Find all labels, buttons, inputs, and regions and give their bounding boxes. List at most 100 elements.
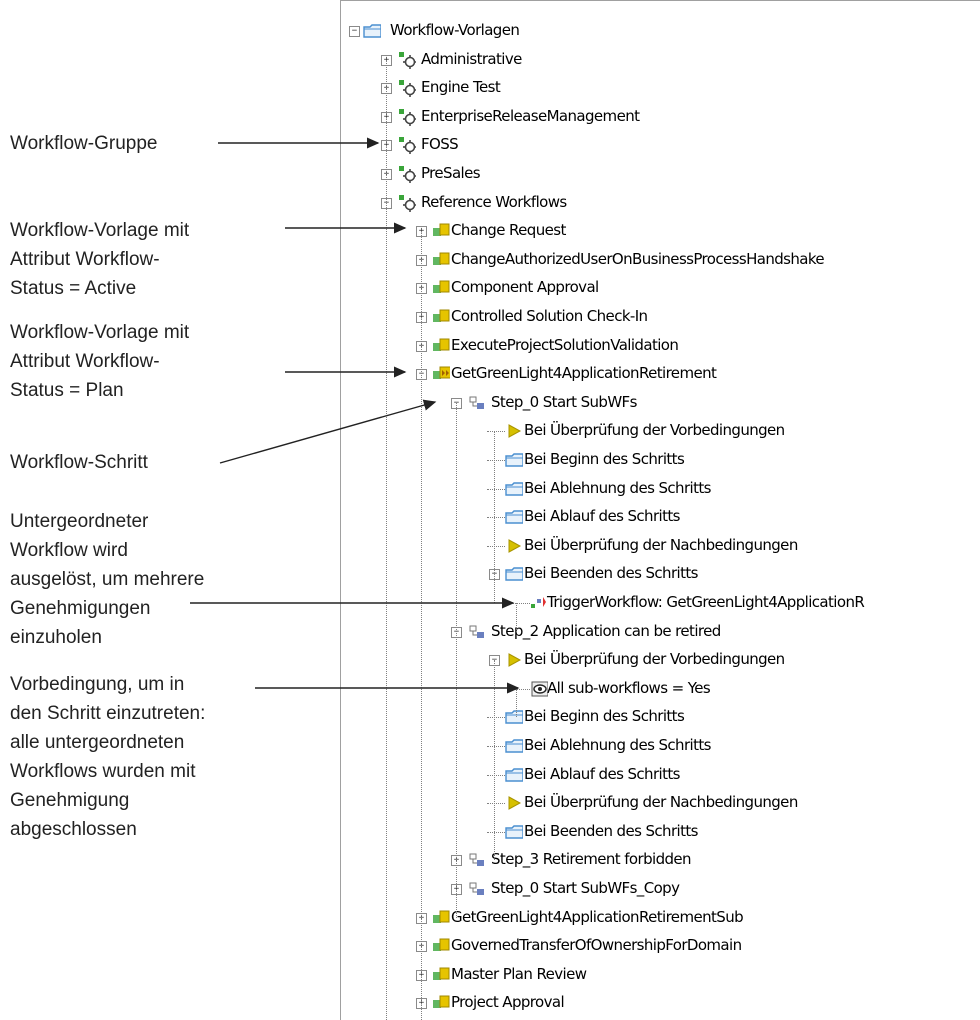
template-active-icon — [432, 937, 450, 955]
tree-node[interactable]: Bei Überprüfung der Nachbedingungen — [341, 532, 980, 560]
template-plan-icon — [432, 365, 450, 383]
tree-guide-line — [494, 660, 495, 861]
tree-node[interactable]: − GetGreenLight4ApplicationRetirement — [341, 360, 980, 388]
tree-node-label: FOSS — [421, 135, 459, 154]
tree-node[interactable]: + Controlled Solution Check-In — [341, 303, 980, 331]
tree-node-label: GetGreenLight4ApplicationRetirement — [451, 364, 717, 383]
tree-node[interactable]: Bei Überprüfung der Nachbedingungen — [341, 789, 980, 817]
annotation-line: ausgelöst, um mehrere — [10, 569, 205, 590]
tree-node-label: Reference Workflows — [421, 192, 567, 211]
template-active-icon — [432, 337, 450, 355]
folder-icon — [505, 708, 523, 726]
tree-node[interactable]: + PreSales — [341, 160, 980, 188]
tree-node-label: Engine Test — [421, 78, 501, 97]
tree-node[interactable]: + EnterpriseReleaseManagement — [341, 103, 980, 131]
tree-node[interactable]: + ExecuteProjectSolutionValidation — [341, 332, 980, 360]
annotation-text: Vorbedingung, um in den Schritt einzutret… — [10, 670, 205, 844]
tree-node[interactable]: Bei Ablehnung des Schritts — [341, 732, 980, 760]
tree-node-label: EnterpriseReleaseManagement — [421, 106, 640, 125]
eye-icon — [530, 680, 548, 698]
tree-node[interactable]: + Engine Test — [341, 74, 980, 102]
folder-icon — [505, 480, 523, 498]
tree-node[interactable]: + ChangeAuthorizedUserOnBusinessProcessHa… — [341, 246, 980, 274]
tree-node[interactable]: All sub-workflows = Yes — [341, 675, 980, 703]
tree-guide-line — [386, 59, 387, 1020]
folder-icon — [505, 508, 523, 526]
template-active-icon — [432, 994, 450, 1012]
tree-node[interactable]: Bei Beginn des Schritts — [341, 446, 980, 474]
tree-node[interactable]: Bei Überprüfung der Vorbedingungen — [341, 417, 980, 445]
tree-node-label: PreSales — [421, 164, 481, 182]
step-icon — [468, 394, 486, 412]
tree-node[interactable]: + Master Plan Review — [341, 961, 980, 989]
workflow-tree: − Workflow-Vorlagen + Administrative + Engine… — [341, 1, 980, 1020]
annotation-line: Vorbedingung, um in — [10, 674, 185, 695]
tree-node[interactable]: Bei Beginn des Schritts — [341, 703, 980, 731]
tree-node[interactable]: Bei Beenden des Schritts — [341, 818, 980, 846]
annotation-line: Attribut Workflow- — [10, 351, 160, 372]
step-icon — [468, 851, 486, 869]
collapse-icon[interactable]: − — [349, 26, 360, 37]
annotation-line: den Schritt einzutreten: — [10, 703, 206, 724]
tree-node-label: Bei Beenden des Schritts — [524, 564, 698, 583]
tree-node-label: Bei Ablehnung des Schritts — [524, 736, 711, 754]
tree-node[interactable]: + Component Approval — [341, 274, 980, 302]
tree-node-label: Workflow-Vorlagen — [390, 21, 520, 39]
tree-node-label: Bei Überprüfung der Vorbedingungen — [524, 421, 785, 440]
tree-guide-line — [516, 688, 517, 718]
tree-guide-line — [516, 603, 517, 632]
tree-node[interactable]: − Bei Beenden des Schritts — [341, 560, 980, 588]
tree-node-label: Change Request — [451, 221, 566, 240]
tree-connector — [509, 688, 530, 690]
tree-connector — [487, 488, 505, 490]
tree-connector — [487, 774, 505, 776]
tree-node[interactable]: Bei Ablauf des Schritts — [341, 761, 980, 789]
annotation-line: einzuholen — [10, 627, 102, 648]
workflow-group-icon — [398, 108, 416, 126]
tree-node[interactable]: + Administrative — [341, 46, 980, 74]
tree-node-label: Master Plan Review — [451, 964, 587, 983]
tree-node-label: Controlled Solution Check-In — [451, 307, 648, 325]
step-icon — [468, 623, 486, 641]
tree-node[interactable]: + FOSS — [341, 131, 980, 159]
tree-node[interactable]: − Step_0 Start SubWFs — [341, 389, 980, 417]
template-active-icon — [432, 966, 450, 984]
folder-icon — [505, 823, 523, 841]
tree-guide-line — [494, 431, 495, 603]
workflow-group-icon — [398, 51, 416, 69]
tree-node-label: Step_2 Application can be retired — [491, 621, 721, 640]
tree-node[interactable]: + GovernedTransferOfOwnershipForDomain — [341, 932, 980, 960]
tree-node-label: Bei Beenden des Schritts — [524, 821, 698, 840]
trigger-icon — [530, 594, 548, 612]
tree-node[interactable]: Bei Ablauf des Schritts — [341, 503, 980, 531]
tree-node[interactable]: + Step_3 Retirement forbidden — [341, 846, 980, 874]
workflow-group-icon — [398, 79, 416, 98]
play-icon — [505, 651, 523, 669]
tree-node-label: GetGreenLight4ApplicationRetirementSub — [451, 907, 744, 926]
tree-node[interactable]: Bei Ablehnung des Schritts — [341, 475, 980, 503]
tree-node[interactable]: + Change Request — [341, 217, 980, 245]
tree-connector — [487, 545, 505, 547]
tree-node[interactable]: − Step_2 Application can be retired — [341, 618, 980, 646]
tree-node-label: Component Approval — [451, 278, 599, 297]
annotation-line: Workflow-Schritt — [10, 452, 148, 473]
tree-node-label: Bei Ablauf des Schritts — [524, 507, 680, 526]
tree-node-label: All sub-workflows = Yes — [547, 678, 711, 697]
tree-connector — [487, 717, 505, 719]
tree-node[interactable]: + GetGreenLight4ApplicationRetirementSub — [341, 904, 980, 932]
annotation-line: Workflows wurden mit — [10, 761, 196, 782]
tree-node-label: Administrative — [421, 49, 522, 68]
template-active-icon — [432, 308, 450, 326]
annotation-text: Untergeordneter Workflow wird ausgelöst, u… — [10, 507, 204, 652]
tree-node[interactable]: + Project Approval — [341, 989, 980, 1017]
tree-node[interactable]: − Bei Überprüfung der Vorbedingungen — [341, 646, 980, 674]
tree-node-label: Step_0 Start SubWFs_Copy — [491, 879, 680, 897]
template-active-icon — [432, 909, 450, 927]
tree-connector — [487, 517, 505, 519]
tree-node[interactable]: TriggerWorkflow: GetGreenLight4Applicati… — [341, 589, 980, 617]
tree-node[interactable]: − Workflow-Vorlagen — [341, 17, 980, 45]
tree-node[interactable]: − Reference Workflows — [341, 189, 980, 217]
tree-node[interactable]: + Step_0 Start SubWFs_Copy — [341, 875, 980, 903]
workflow-group-icon — [398, 194, 416, 212]
tree-node-label: TriggerWorkflow: GetGreenLight4Applicati… — [547, 593, 865, 611]
